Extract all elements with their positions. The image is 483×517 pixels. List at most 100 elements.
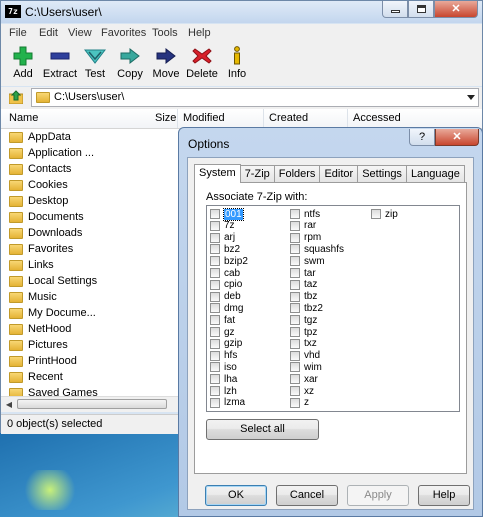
extension-checkbox[interactable]: zip [371, 208, 398, 220]
cancel-button[interactable]: Cancel [276, 485, 338, 506]
list-item[interactable]: Contacts [9, 161, 71, 177]
extension-checkbox[interactable]: hfs [210, 350, 237, 362]
extension-checkbox[interactable]: bz2 [210, 243, 240, 255]
extension-checkbox[interactable]: iso [210, 361, 237, 373]
info-button[interactable]: Info [225, 46, 249, 80]
extension-checkbox[interactable]: deb [210, 291, 241, 303]
extension-checkbox[interactable]: arj [210, 232, 235, 244]
apply-button[interactable]: Apply [347, 485, 409, 506]
extension-checkbox[interactable]: rpm [290, 232, 321, 244]
checkbox[interactable] [210, 350, 220, 361]
checkbox[interactable] [210, 374, 220, 385]
menu-edit[interactable]: Edit [39, 27, 58, 39]
checkbox[interactable] [210, 244, 220, 255]
menu-favorites[interactable]: Favorites [101, 27, 146, 39]
help-icon[interactable]: ? [409, 129, 435, 146]
list-item[interactable]: Downloads [9, 225, 82, 241]
checkbox[interactable] [210, 397, 220, 408]
checkbox[interactable] [290, 386, 300, 396]
extension-checkbox[interactable]: txz [290, 338, 317, 350]
checkbox[interactable] [290, 350, 300, 361]
menu-file[interactable]: File [9, 27, 27, 39]
extension-checkbox[interactable]: fat [210, 314, 235, 326]
column-modified[interactable]: Modified [183, 112, 225, 124]
checkbox[interactable] [210, 209, 220, 219]
folder-up-icon[interactable] [8, 90, 24, 105]
tab-7zip[interactable]: 7-Zip [239, 165, 275, 182]
checkbox[interactable] [371, 209, 381, 219]
address-input[interactable]: C:\Users\user\ [31, 88, 479, 107]
move-button[interactable]: Move [151, 46, 181, 80]
tab-settings[interactable]: Settings [357, 165, 407, 182]
select-all-button[interactable]: Select all [206, 419, 319, 440]
checkbox[interactable] [210, 220, 220, 231]
help-button[interactable]: Help [418, 485, 470, 506]
extension-checkbox[interactable]: vhd [290, 350, 320, 362]
scroll-thumb[interactable] [17, 399, 167, 409]
checkbox[interactable] [290, 303, 300, 314]
dialog-close-button[interactable]: ✕ [435, 129, 479, 146]
extension-checkbox[interactable]: squashfs [290, 243, 344, 255]
chevron-down-icon[interactable] [467, 95, 475, 100]
checkbox[interactable] [210, 303, 220, 314]
extension-checkbox[interactable]: gz [210, 326, 235, 338]
menu-tools[interactable]: Tools [152, 27, 178, 39]
checkbox[interactable] [210, 279, 220, 290]
list-item[interactable]: Documents [9, 209, 84, 225]
extension-checkbox[interactable]: lzh [210, 385, 237, 397]
extension-checkbox[interactable]: taz [290, 279, 317, 291]
extension-checkbox[interactable]: rar [290, 220, 316, 232]
extension-checkbox[interactable]: xz [290, 385, 314, 397]
column-name[interactable]: Name [9, 112, 38, 124]
column-divider[interactable] [263, 109, 264, 128]
checkbox[interactable] [290, 327, 300, 337]
scroll-left-arrow-icon[interactable]: ◀ [2, 398, 16, 411]
tab-language[interactable]: Language [405, 165, 465, 182]
list-item[interactable]: Application ... [9, 145, 94, 161]
checkbox[interactable] [290, 256, 300, 267]
checkbox[interactable] [290, 315, 300, 326]
tab-system[interactable]: System [194, 164, 241, 183]
extension-checkbox[interactable]: ntfs [290, 208, 320, 220]
extension-checkbox[interactable]: tar [290, 267, 316, 279]
extract-button[interactable]: Extract [41, 46, 79, 80]
menu-view[interactable]: View [68, 27, 92, 39]
column-created[interactable]: Created [269, 112, 308, 124]
extension-checkbox[interactable]: gzip [210, 338, 242, 350]
list-item[interactable]: Music [9, 289, 57, 305]
checkbox[interactable] [210, 327, 220, 337]
ok-button[interactable]: OK [205, 485, 267, 506]
checkbox[interactable] [210, 268, 220, 278]
extension-checkbox[interactable]: bzip2 [210, 255, 248, 267]
checkbox[interactable] [290, 291, 300, 302]
checkbox[interactable] [290, 397, 300, 408]
extension-checkbox[interactable]: tbz2 [290, 302, 323, 314]
copy-button[interactable]: Copy [115, 46, 145, 80]
extension-checkbox[interactable]: dmg [210, 302, 243, 314]
extension-checkbox[interactable]: lha [210, 373, 237, 385]
checkbox[interactable] [290, 279, 300, 290]
tab-folders[interactable]: Folders [273, 165, 321, 182]
add-button[interactable]: Add [7, 46, 39, 80]
list-item[interactable]: Favorites [9, 241, 73, 257]
extension-checkbox[interactable]: tbz [290, 291, 317, 303]
horizontal-scrollbar[interactable]: ◀ ▶ [1, 396, 191, 412]
list-item[interactable]: Desktop [9, 193, 68, 209]
menu-help[interactable]: Help [188, 27, 211, 39]
extension-checkbox[interactable]: 7z [210, 220, 235, 232]
minimize-button[interactable] [382, 1, 408, 18]
list-item[interactable]: PrintHood [9, 353, 77, 369]
maximize-button[interactable] [408, 1, 434, 18]
list-item[interactable]: Local Settings [9, 273, 97, 289]
checkbox[interactable] [290, 244, 300, 255]
list-item[interactable]: AppData [9, 129, 71, 145]
extension-checkbox[interactable]: swm [290, 255, 325, 267]
extension-checkbox[interactable]: cpio [210, 279, 242, 291]
extension-checkbox[interactable]: tpz [290, 326, 317, 338]
delete-button[interactable]: Delete [186, 46, 218, 80]
checkbox[interactable] [210, 315, 220, 326]
list-item[interactable]: Cookies [9, 177, 68, 193]
extension-checkbox[interactable]: tgz [290, 314, 317, 326]
list-item[interactable]: My Docume... [9, 305, 96, 321]
column-accessed[interactable]: Accessed [353, 112, 401, 124]
